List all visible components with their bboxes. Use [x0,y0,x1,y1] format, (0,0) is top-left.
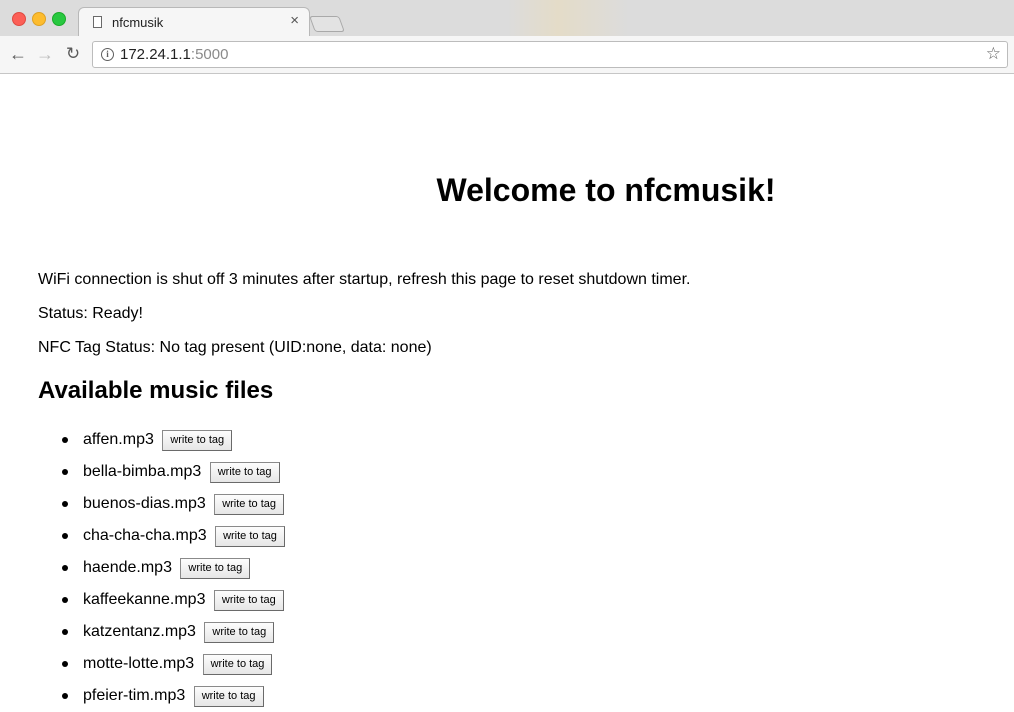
page-title: Welcome to nfcmusik! [436,172,776,208]
write-to-tag-button[interactable]: write to tag [215,526,285,547]
music-file-list: affen.mp3 write to tag bella-bimba.mp3 w… [38,429,285,712]
page-icon [93,16,102,28]
file-name: kaffeekanne.mp3 [83,591,206,608]
write-to-tag-button[interactable]: write to tag [180,558,251,579]
files-heading: Available music files [38,377,274,404]
write-to-tag-button[interactable]: write to tag [193,686,264,707]
write-to-tag-button[interactable]: write to tag [213,590,284,611]
list-item: katzentanz.mp3 write to tag [38,621,285,653]
tab-nfcmusik[interactable]: nfcmusik × [78,7,310,37]
star-icon[interactable]: ☆ [986,44,1001,64]
list-item: affen.mp3 write to tag [38,429,285,461]
tab-close-icon[interactable]: × [290,13,299,29]
write-to-tag-button[interactable]: write to tag [209,462,280,483]
toolbar: ← → ↻ i 172.24.1.1:5000 ☆ [0,36,1014,74]
url-text[interactable]: 172.24.1.1:5000 [120,46,228,63]
bullet-icon [62,629,68,635]
file-name: katzentanz.mp3 [83,623,196,640]
bullet-icon [62,661,68,667]
bullet-icon [62,565,68,571]
page-content: Welcome to nfcmusik! WiFi connection is … [0,75,1014,712]
status-text: Status: Ready! [38,305,143,322]
maximize-window-button[interactable] [52,12,66,26]
list-item: motte-lotte.mp3 write to tag [38,653,285,685]
list-item: kaffeekanne.mp3 write to tag [38,589,285,621]
tab-title: nfcmusik [112,15,164,30]
file-name: haende.mp3 [83,559,172,576]
browser-window: nfcmusik × ← → ↻ i 172.24.1.1:5000 ☆ Wel… [0,0,1014,712]
file-name: cha-cha-cha.mp3 [83,527,207,544]
bullet-icon [62,469,68,475]
close-window-button[interactable] [12,12,26,26]
url-port: :5000 [190,46,229,63]
bullet-icon [62,533,68,539]
bullet-icon [62,437,68,443]
arrow-left-icon[interactable]: ← [8,44,28,64]
list-item: bella-bimba.mp3 write to tag [38,461,285,493]
minimize-window-button[interactable] [32,12,46,26]
file-name: bella-bimba.mp3 [83,463,202,480]
file-name: pfeier-tim.mp3 [83,687,186,704]
bullet-icon [62,693,68,699]
write-to-tag-button[interactable]: write to tag [162,430,233,451]
nfc-tag-status: NFC Tag Status: No tag present (UID:none… [38,339,432,356]
new-tab-button[interactable] [309,16,345,32]
list-item: haende.mp3 write to tag [38,557,285,589]
arrow-right-icon[interactable]: → [35,44,55,64]
write-to-tag-button[interactable]: write to tag [204,622,275,643]
tab-strip: nfcmusik × [0,0,1014,37]
file-name: buenos-dias.mp3 [83,495,206,512]
file-name: motte-lotte.mp3 [83,655,195,672]
list-item: cha-cha-cha.mp3 write to tag [38,525,285,557]
url-host: 172.24.1.1 [120,46,191,63]
list-item: pfeier-tim.mp3 write to tag [38,685,285,712]
bullet-icon [62,501,68,507]
reload-icon[interactable]: ↻ [63,44,83,64]
bullet-icon [62,597,68,603]
wifi-note: WiFi connection is shut off 3 minutes af… [38,271,691,288]
write-to-tag-button[interactable]: write to tag [202,654,273,675]
info-icon[interactable]: i [101,48,114,61]
list-item: buenos-dias.mp3 write to tag [38,493,285,525]
address-bar[interactable]: i 172.24.1.1:5000 ☆ [92,41,1008,68]
write-to-tag-button[interactable]: write to tag [214,494,285,515]
file-name: affen.mp3 [83,431,154,448]
